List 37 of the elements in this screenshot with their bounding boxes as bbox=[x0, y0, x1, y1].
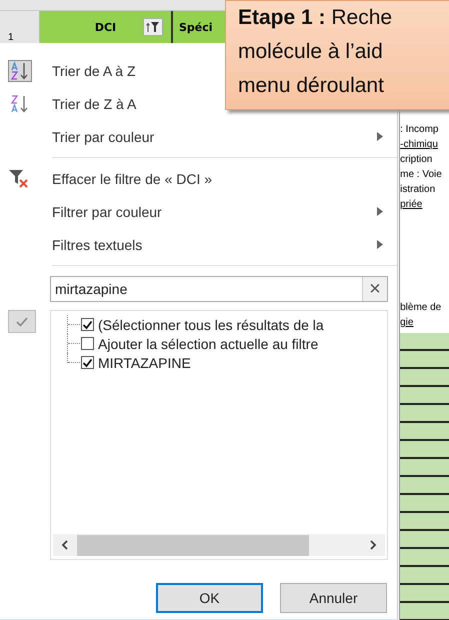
column-header[interactable]: DCI bbox=[40, 11, 173, 44]
checkbox[interactable] bbox=[81, 337, 94, 350]
checkbox[interactable] bbox=[81, 318, 94, 331]
column-label: DCI bbox=[94, 21, 116, 34]
check-icon bbox=[8, 310, 36, 333]
cancel-button[interactable]: Annuler bbox=[280, 583, 387, 613]
horizontal-scrollbar[interactable] bbox=[53, 534, 385, 556]
checkbox[interactable] bbox=[81, 356, 94, 369]
cell-text: istration bbox=[400, 183, 436, 197]
menu-item[interactable]: Filtrer par couleur bbox=[0, 195, 397, 228]
callout-text: molécule à l’aid bbox=[238, 39, 384, 65]
value-item[interactable]: (Sélectionner tous les résultats de la bbox=[67, 315, 387, 334]
menu-item[interactable]: Trier de Z à A bbox=[0, 87, 150, 120]
clear-search-button[interactable]: × bbox=[362, 277, 387, 301]
cell-text: gie bbox=[400, 316, 414, 330]
scroll-left-icon[interactable] bbox=[61, 540, 69, 550]
menu-item[interactable]: Trier de A à Z bbox=[0, 54, 150, 87]
row-number: 1 bbox=[0, 11, 40, 44]
search-field[interactable]: mirtazapine × bbox=[50, 276, 388, 302]
value-item[interactable]: Ajouter la sélection actuelle au filtre bbox=[67, 334, 387, 353]
cell-text: cription bbox=[400, 153, 434, 167]
cell-text: me : Voie bbox=[400, 168, 443, 182]
cell-text: : Incomp bbox=[400, 123, 440, 137]
callout-text: Etape 1 : Reche bbox=[238, 5, 394, 31]
clear-filter-icon bbox=[8, 168, 30, 188]
cell-text: -chimiqu bbox=[400, 138, 439, 152]
filter-button[interactable] bbox=[143, 18, 163, 36]
column-label: Spéci bbox=[179, 21, 213, 34]
cell-text: priée bbox=[400, 198, 424, 212]
scroll-right-icon[interactable] bbox=[369, 540, 377, 550]
callout-text: menu déroulant bbox=[238, 73, 385, 99]
ok-button[interactable]: OK bbox=[156, 583, 263, 613]
value-item[interactable]: MIRTAZAPINE bbox=[67, 353, 387, 372]
cell-text: blème de bbox=[400, 301, 442, 315]
menu-item[interactable]: Filtres textuels bbox=[0, 228, 397, 261]
menu-item[interactable]: Trier par couleur bbox=[0, 120, 397, 153]
menu-item[interactable]: Effacer le filtre de « DCI » bbox=[0, 162, 226, 195]
